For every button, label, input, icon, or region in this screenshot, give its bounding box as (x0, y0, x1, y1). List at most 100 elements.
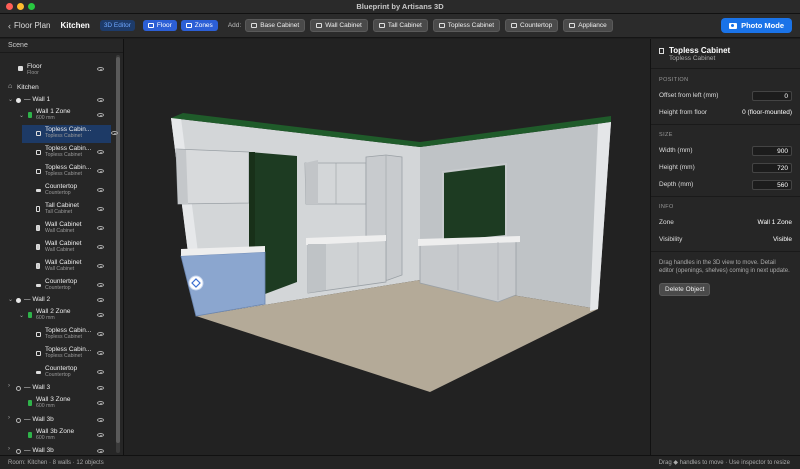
tree-item-floor[interactable]: Floor Floor (0, 61, 118, 79)
depth-input[interactable]: 560 (752, 179, 792, 190)
tree-item-label: Topless Cabin... (45, 327, 92, 334)
tree-item-tall-cabinet[interactable]: Tall Cabinet Tall Cabinet (0, 201, 118, 219)
eye-icon[interactable] (97, 433, 104, 437)
height-input[interactable]: 720 (752, 162, 792, 173)
eye-icon[interactable] (97, 401, 104, 405)
close-window-button[interactable] (6, 3, 13, 10)
button-label: Tall Cabinet (387, 22, 422, 29)
delete-object-button[interactable]: Delete Object (659, 283, 711, 296)
eye-icon[interactable] (97, 98, 104, 102)
chevron-right-icon: › (8, 446, 10, 452)
add-topless-cabinet-button[interactable]: Topless Cabinet (432, 19, 501, 32)
back-to-floor-plan-button[interactable]: ‹ Floor Plan (8, 21, 50, 31)
eye-icon[interactable] (97, 283, 104, 287)
tree-item-topless-cabinet-2[interactable]: Topless Cabin... Topless Cabinet (0, 144, 118, 162)
eye-icon[interactable] (97, 351, 104, 355)
tree-item-wall-cabinet-2[interactable]: Wall Cabinet Wall Cabinet (0, 239, 118, 257)
eye-icon[interactable] (97, 226, 104, 230)
tree-item-wall-1-zone[interactable]: ⌄ Wall 1 Zone 600 mm (0, 107, 118, 125)
zoom-window-button[interactable] (28, 3, 35, 10)
eye-icon[interactable] (97, 264, 104, 268)
eye-icon[interactable] (97, 188, 104, 192)
photo-mode-button[interactable]: Photo Mode (721, 18, 792, 33)
tree-item-countertop-1[interactable]: Countertop Countertop (0, 182, 118, 200)
floor-toggle[interactable]: Floor (142, 20, 177, 31)
eye-icon[interactable] (97, 370, 104, 374)
tree-item-wall-3b-2[interactable]: › — Wall 3b (0, 446, 118, 455)
tree-item-sublabel: Wall Cabinet (45, 266, 75, 272)
eye-icon[interactable] (97, 313, 104, 317)
toggle-label: Zones (194, 22, 213, 29)
height-from-floor-row: Height from floor 0 (floor-mounted) (651, 104, 800, 121)
eye-icon[interactable] (97, 449, 104, 453)
wall-cabinet-icon (36, 225, 40, 231)
divider (651, 124, 800, 125)
tree-item-label: Wall 2 Zone (36, 308, 71, 315)
width-input[interactable]: 900 (752, 145, 792, 156)
tree-item-wall-1[interactable]: ⌄ — Wall 1 (0, 95, 118, 105)
inspector-header: Topless Cabinet Topless Cabinet (651, 39, 800, 69)
tree-item-countertop-3[interactable]: Countertop Countertop (0, 364, 118, 382)
add-appliance-button[interactable]: Appliance (563, 19, 613, 32)
eye-icon[interactable] (97, 113, 104, 117)
photo-mode-label: Photo Mode (741, 21, 784, 30)
tree-item-label: Topless Cabin... (45, 164, 92, 171)
tree-item-wall-3b-zone[interactable]: Wall 3b Zone 600 mm (0, 427, 118, 445)
eye-icon[interactable] (97, 332, 104, 336)
tree-item-wall-3[interactable]: › — Wall 3 (0, 383, 118, 393)
tree-item-sublabel: 600 mm (36, 115, 55, 121)
tree-item-label: Countertop (45, 183, 78, 190)
zones-toggle[interactable]: Zones (180, 20, 218, 31)
eye-icon[interactable] (97, 169, 104, 173)
add-wall-cabinet-button[interactable]: Wall Cabinet (310, 19, 368, 32)
tree-item-label: Countertop (45, 365, 78, 372)
tree-item-wall-cabinet-1[interactable]: Wall Cabinet Wall Cabinet (0, 220, 118, 238)
tree-item-wall-2-zone[interactable]: ⌄ Wall 2 Zone 600 mm (0, 307, 118, 325)
tree-item-wall-3-zone[interactable]: Wall 3 Zone 600 mm (0, 395, 118, 413)
tree-item-sublabel: Topless Cabinet (45, 353, 82, 359)
size-section-label: SIZE (659, 132, 673, 138)
eye-icon[interactable] (97, 298, 104, 302)
button-label: Topless Cabinet (447, 22, 495, 29)
eye-icon[interactable] (97, 386, 104, 390)
eye-icon[interactable] (97, 418, 104, 422)
add-base-cabinet-button[interactable]: Base Cabinet (245, 19, 306, 32)
tree-item-kitchen[interactable]: ⌂ Kitchen (0, 83, 118, 93)
tree-item-topless-cabinet-5[interactable]: Topless Cabin... Topless Cabinet (0, 345, 118, 363)
status-bar: Room: Kitchen · 8 walls · 12 objects Dra… (0, 455, 800, 469)
tree-item-topless-cabinet-1[interactable]: Topless Cabin... Topless Cabinet (22, 125, 118, 143)
door-frame (249, 152, 255, 250)
add-tall-cabinet-button[interactable]: Tall Cabinet (372, 19, 428, 32)
tree-item-label: Kitchen (17, 84, 39, 91)
eye-icon[interactable] (97, 67, 104, 71)
wall-dot-icon (16, 449, 21, 454)
tree-item-countertop-2[interactable]: Countertop Countertop (0, 277, 118, 295)
tree-item-label: Wall 3 (32, 384, 51, 391)
tree-item-topless-cabinet-3[interactable]: Topless Cabin... Topless Cabinet (0, 163, 118, 181)
eye-icon[interactable] (97, 245, 104, 249)
eye-icon[interactable] (111, 131, 118, 135)
minimize-window-button[interactable] (17, 3, 24, 10)
eye-icon[interactable] (97, 207, 104, 211)
wall-dot-icon (16, 98, 21, 103)
tree-item-wall-2[interactable]: ⌄ — Wall 2 (0, 295, 118, 305)
tree-item-topless-cabinet-4[interactable]: Topless Cabin... Topless Cabinet (0, 326, 118, 344)
tree-item-wall-3b[interactable]: › — Wall 3b (0, 415, 118, 425)
room-3d-render[interactable] (124, 39, 650, 455)
width-row: Width (mm) 900 (651, 142, 800, 159)
3d-viewport[interactable] (124, 39, 650, 455)
offset-input[interactable]: 0 (752, 90, 792, 101)
tree-item-sublabel: Topless Cabinet (45, 171, 82, 177)
tree-item-sublabel: Countertop (45, 190, 71, 196)
divider (651, 251, 800, 252)
height-label: Height (mm) (659, 164, 695, 171)
eye-icon[interactable] (97, 150, 104, 154)
tree-item-wall-cabinet-3[interactable]: Wall Cabinet Wall Cabinet (0, 258, 118, 276)
tree-item-label: Wall 1 Zone (36, 108, 71, 115)
add-countertop-button[interactable]: Countertop (505, 19, 559, 32)
home-icon: ⌂ (8, 83, 13, 90)
inspector-note: Drag handles in the 3D view to move. Det… (659, 260, 790, 274)
drag-handle[interactable] (188, 275, 204, 291)
chevron-right-icon: › (8, 415, 10, 421)
base-cabinet-side (308, 244, 326, 293)
